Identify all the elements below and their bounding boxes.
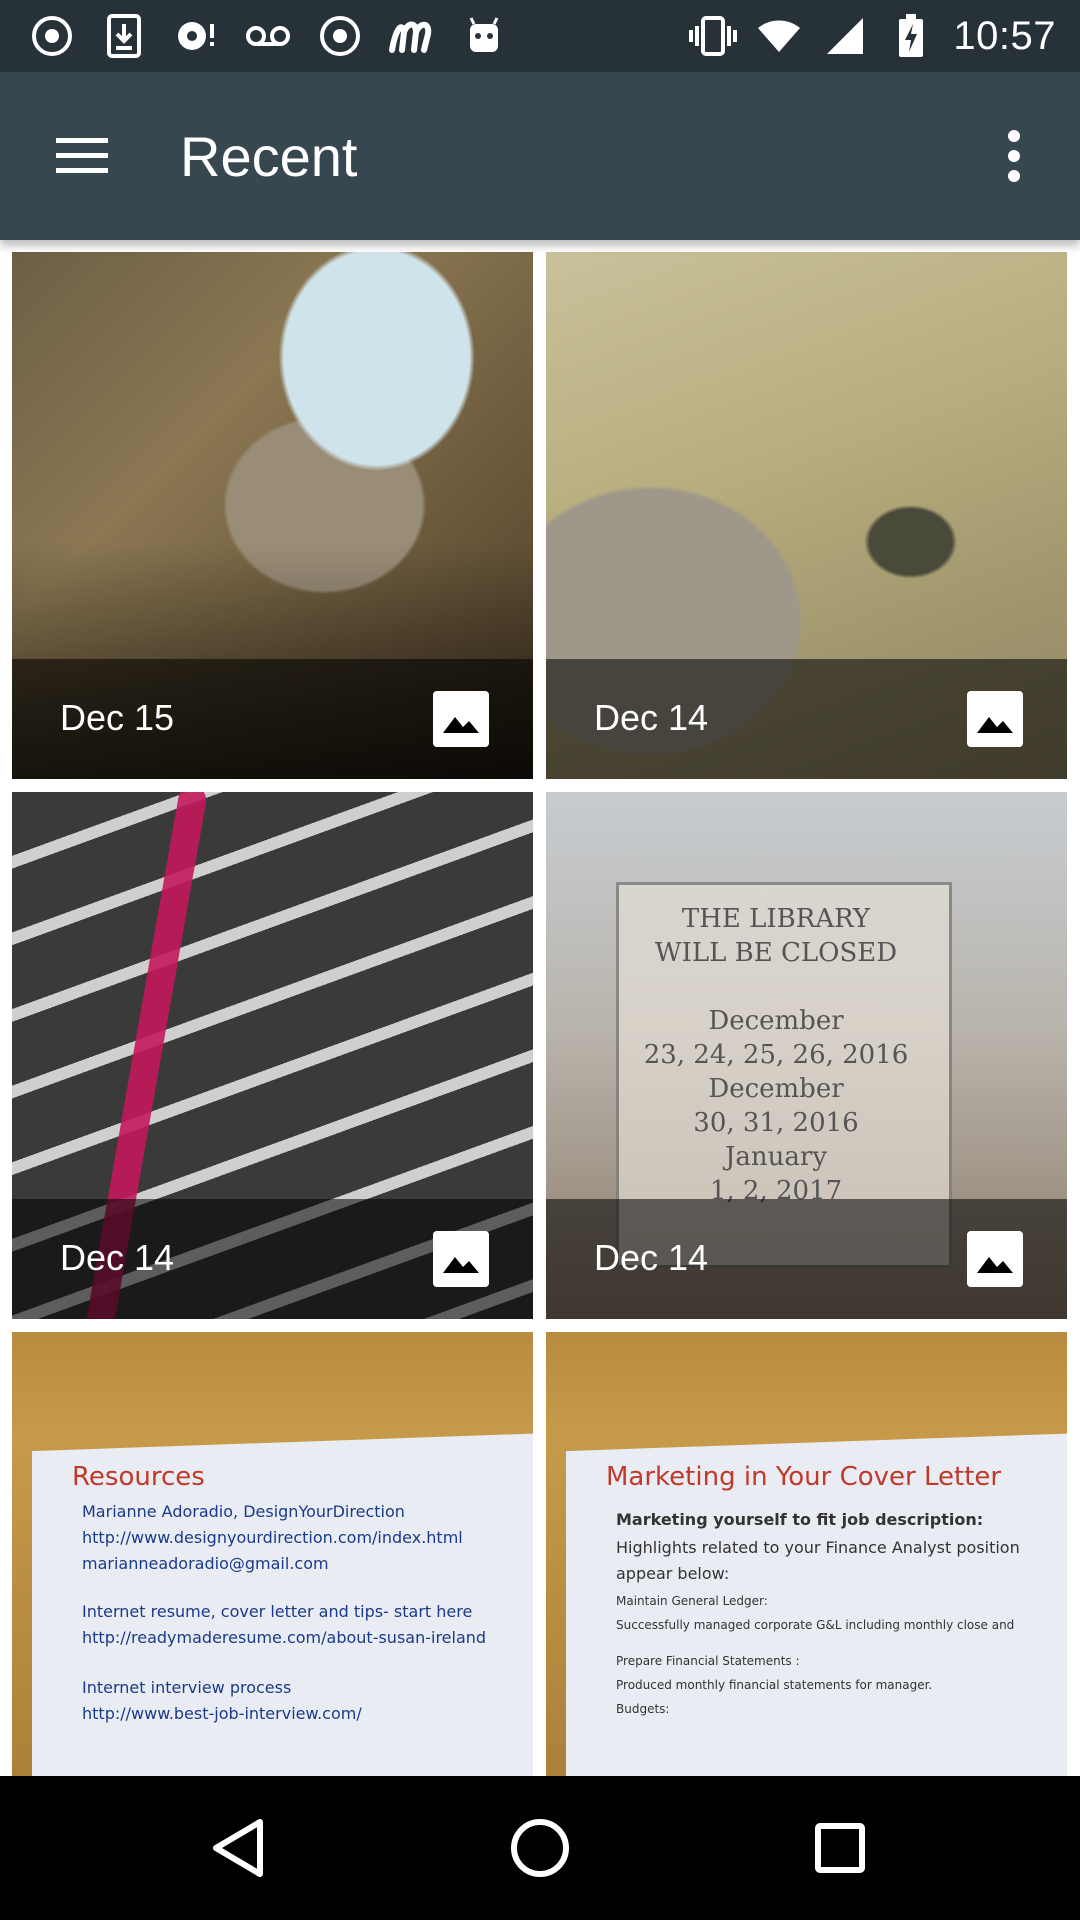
sync-icon — [172, 12, 220, 60]
photo-date: Dec 14 — [60, 1237, 175, 1278]
voicemail-icon — [244, 12, 292, 60]
android-icon — [460, 12, 508, 60]
photo-tile[interactable]: THE LIBRARY WILL BE CLOSED December 23, 24,… — [546, 792, 1067, 1319]
photo-date: Dec 15 — [60, 697, 175, 738]
photo-date: Dec 14 — [594, 1237, 709, 1278]
back-icon — [213, 1819, 263, 1877]
download-icon — [100, 12, 148, 60]
back-button[interactable] — [204, 1812, 276, 1884]
page-title: Recent — [180, 125, 358, 188]
photo-tile[interactable]: Dec 14 — [546, 252, 1067, 779]
chrome-icon — [28, 12, 76, 60]
photo-tile[interactable]: Dec 15 — [12, 252, 533, 779]
photo-date: Dec 14 — [594, 697, 709, 738]
status-bar-system-icons: 10:57 — [689, 12, 1056, 60]
home-button[interactable] — [504, 1812, 576, 1884]
navigation-drawer-button[interactable] — [52, 126, 112, 186]
image-icon — [433, 1231, 489, 1287]
app-bar: Recent — [0, 72, 1080, 240]
image-icon — [967, 691, 1023, 747]
photo-tile[interactable]: Dec 14 — [12, 792, 533, 1319]
photo-tile[interactable]: Resources Marianne Adoradio, DesignYourD… — [12, 1332, 533, 1776]
signal-icon — [821, 12, 869, 60]
overflow-menu-button[interactable] — [984, 126, 1044, 186]
recent-photos-grid: Dec 15 Dec 14 Dec 14 THE LIBRARY WILL BE … — [0, 240, 1080, 1776]
wifi-icon — [755, 12, 803, 60]
image-icon — [967, 1231, 1023, 1287]
status-bar-notification-icons — [28, 12, 508, 60]
hamburger-menu-icon — [56, 138, 108, 173]
more-vert-icon — [1008, 130, 1020, 182]
photo-tile[interactable]: Marketing in Your Cover Letter Marketing… — [546, 1332, 1067, 1776]
photo-thumbnail: Resources Marianne Adoradio, DesignYourD… — [12, 1332, 533, 1776]
clock: 10:57 — [953, 13, 1056, 58]
recents-button[interactable] — [804, 1812, 876, 1884]
vibrate-icon — [689, 12, 738, 60]
status-bar: 10:57 — [0, 0, 1080, 72]
photo-thumbnail: Marketing in Your Cover Letter Marketing… — [546, 1332, 1067, 1776]
m-app-icon — [388, 12, 436, 60]
image-icon — [433, 691, 489, 747]
battery-charging-icon — [887, 12, 935, 60]
home-icon — [511, 1819, 569, 1877]
recents-icon — [815, 1823, 865, 1873]
system-navigation-bar — [0, 1776, 1080, 1920]
chrome-icon — [316, 12, 364, 60]
